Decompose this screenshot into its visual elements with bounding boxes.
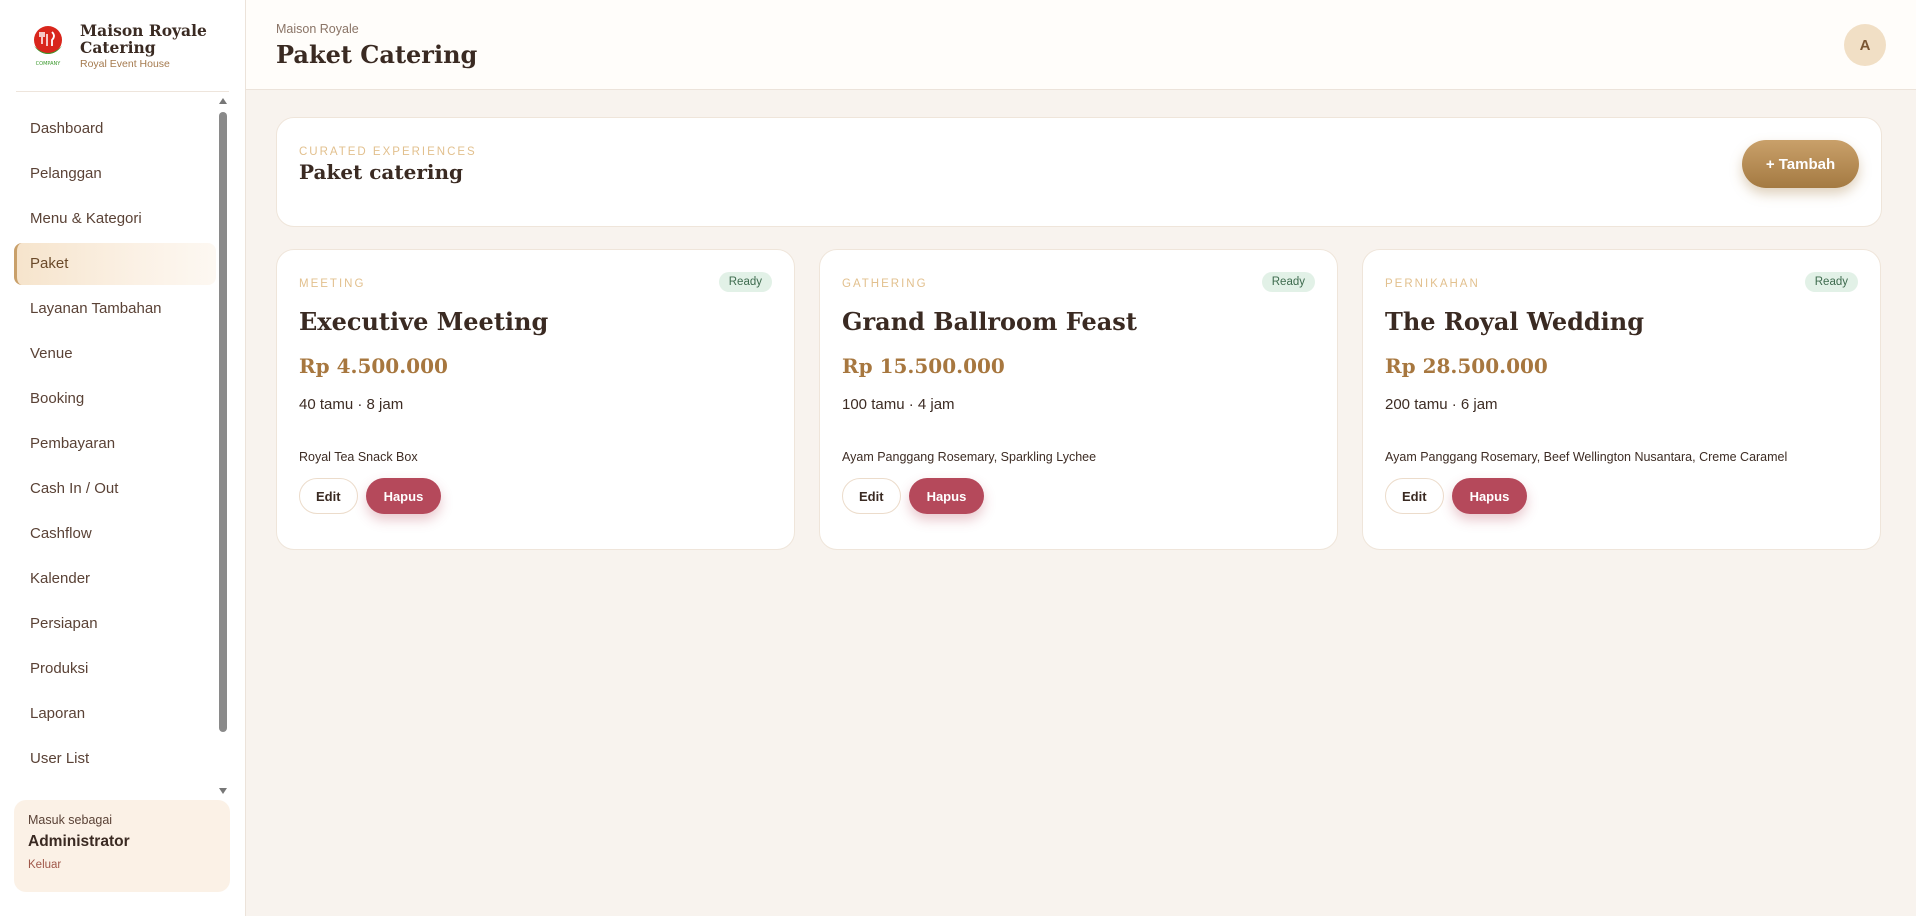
- company-logo-icon: COMPANY: [34, 26, 62, 67]
- sidebar-item-menu-kategori[interactable]: Menu & Kategori: [14, 198, 216, 240]
- sidebar-item-cash-in-out[interactable]: Cash In / Out: [14, 468, 216, 510]
- package-category: GATHERING: [842, 278, 928, 290]
- package-actions: Edit Hapus: [842, 478, 1315, 514]
- sidebar-item-venue[interactable]: Venue: [14, 333, 216, 375]
- sidebar-nav: Dashboard Pelanggan Menu & Kategori Pake…: [14, 108, 216, 788]
- sidebar-scrollbar[interactable]: [218, 96, 228, 796]
- sidebar-item-dashboard[interactable]: Dashboard: [14, 108, 216, 150]
- package-list: MEETING Ready Executive Meeting Rp 4.500…: [276, 249, 1882, 550]
- package-price: Rp 28.500.000: [1385, 354, 1548, 378]
- package-meta: 40 tamu · 8 jam: [299, 396, 404, 413]
- sidebar-item-paket[interactable]: Paket: [14, 243, 216, 285]
- status-badge: Ready: [718, 272, 772, 292]
- package-actions: Edit Hapus: [299, 478, 772, 514]
- edit-button[interactable]: Edit: [842, 478, 901, 514]
- delete-button[interactable]: Hapus: [1451, 478, 1528, 514]
- package-items: Ayam Panggang Rosemary, Beef Wellington …: [1385, 450, 1788, 464]
- package-category: MEETING: [299, 278, 366, 290]
- status-badge: Ready: [1804, 272, 1858, 292]
- package-items: Ayam Panggang Rosemary, Sparkling Lychee: [842, 450, 1097, 464]
- brand-name: Maison Royale Catering: [80, 21, 207, 57]
- add-package-button[interactable]: + Tambah: [1742, 140, 1859, 188]
- section-eyebrow: CURATED EXPERIENCES: [299, 146, 477, 158]
- scrollbar-thumb[interactable]: [219, 112, 227, 732]
- user-role: Administrator: [28, 833, 130, 850]
- package-price: Rp 4.500.000: [299, 354, 448, 378]
- package-card: PERNIKAHAN Ready The Royal Wedding Rp 28…: [1362, 249, 1881, 550]
- package-category: PERNIKAHAN: [1385, 278, 1480, 290]
- scroll-up-arrow-icon[interactable]: [219, 98, 227, 104]
- user-panel: Masuk sebagai Administrator Keluar: [14, 800, 230, 892]
- edit-button[interactable]: Edit: [1385, 478, 1444, 514]
- user-label: Masuk sebagai: [28, 813, 113, 827]
- logout-link[interactable]: Keluar: [28, 859, 61, 871]
- sidebar-item-booking[interactable]: Booking: [14, 378, 216, 420]
- package-meta: 100 tamu · 4 jam: [842, 396, 955, 413]
- breadcrumb: Maison Royale: [276, 22, 359, 36]
- status-badge: Ready: [1261, 272, 1315, 292]
- sidebar-item-kalender[interactable]: Kalender: [14, 558, 216, 600]
- sidebar-item-pelanggan[interactable]: Pelanggan: [14, 153, 216, 195]
- package-name: The Royal Wedding: [1385, 307, 1645, 336]
- sidebar-item-produksi[interactable]: Produksi: [14, 648, 216, 690]
- delete-button[interactable]: Hapus: [365, 478, 442, 514]
- brand-subtitle: Royal Event House: [80, 58, 170, 70]
- logo-caption: COMPANY: [36, 61, 62, 67]
- package-meta: 200 tamu · 6 jam: [1385, 396, 1498, 413]
- brand-header: COMPANY Maison Royale Catering Royal Eve…: [16, 0, 229, 92]
- package-price: Rp 15.500.000: [842, 354, 1005, 378]
- package-name: Executive Meeting: [299, 307, 549, 336]
- package-card: GATHERING Ready Grand Ballroom Feast Rp …: [819, 249, 1338, 550]
- sidebar-item-laporan[interactable]: Laporan: [14, 693, 216, 735]
- delete-button[interactable]: Hapus: [908, 478, 985, 514]
- sidebar: COMPANY Maison Royale Catering Royal Eve…: [0, 0, 246, 916]
- package-card: MEETING Ready Executive Meeting Rp 4.500…: [276, 249, 795, 550]
- section-header-card: CURATED EXPERIENCES Paket catering + Tam…: [276, 117, 1882, 227]
- sidebar-item-layanan-tambahan[interactable]: Layanan Tambahan: [14, 288, 216, 330]
- scroll-down-arrow-icon[interactable]: [219, 788, 227, 794]
- sidebar-item-cashflow[interactable]: Cashflow: [14, 513, 216, 555]
- main-content: Maison Royale Paket Catering A CURATED E…: [246, 0, 1916, 916]
- section-title: Paket catering: [299, 160, 464, 184]
- sidebar-item-persiapan[interactable]: Persiapan: [14, 603, 216, 645]
- package-actions: Edit Hapus: [1385, 478, 1858, 514]
- sidebar-item-user-list[interactable]: User List: [14, 738, 216, 780]
- topbar: Maison Royale Paket Catering A: [246, 0, 1916, 90]
- page-title: Paket Catering: [276, 40, 478, 69]
- edit-button[interactable]: Edit: [299, 478, 358, 514]
- package-items: Royal Tea Snack Box: [299, 450, 418, 464]
- avatar[interactable]: A: [1844, 24, 1886, 66]
- package-name: Grand Ballroom Feast: [842, 307, 1137, 336]
- sidebar-item-pembayaran[interactable]: Pembayaran: [14, 423, 216, 465]
